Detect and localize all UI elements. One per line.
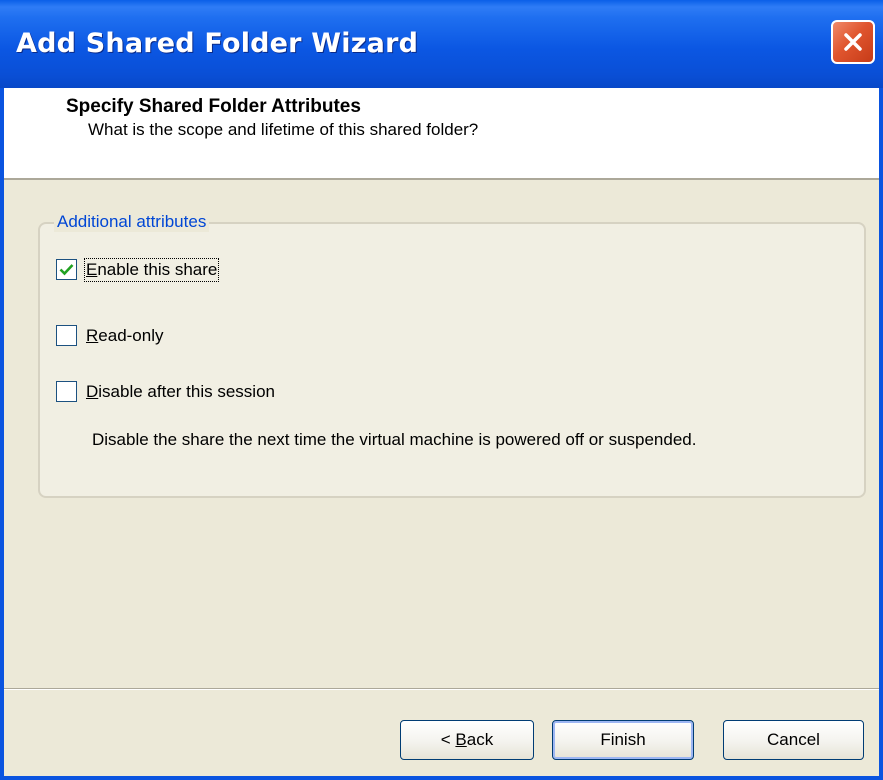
groupbox-legend: Additional attributes bbox=[54, 212, 210, 232]
enable-share-checkbox[interactable] bbox=[56, 259, 77, 280]
wizard-header: Specify Shared Folder Attributes What is… bbox=[4, 88, 879, 180]
checkmark-icon bbox=[59, 264, 74, 276]
disable-description: Disable the share the next time the virt… bbox=[92, 430, 697, 449]
enable-share-text: nable this share bbox=[97, 259, 218, 279]
back-mnemonic: B bbox=[455, 730, 467, 749]
page-subtitle: What is the scope and lifetime of this s… bbox=[88, 120, 479, 139]
read-only-text: ead-only bbox=[98, 325, 164, 345]
read-only-checkbox[interactable] bbox=[56, 325, 77, 346]
cancel-label: Cancel bbox=[767, 730, 820, 749]
disable-after-session-mnemonic: D bbox=[86, 381, 99, 401]
read-only-mnemonic: R bbox=[86, 325, 99, 345]
cancel-button[interactable]: Cancel bbox=[723, 720, 864, 760]
read-only-label[interactable]: Read-only bbox=[86, 326, 164, 346]
page-title: Specify Shared Folder Attributes bbox=[66, 96, 361, 117]
window-title: Add Shared Folder Wizard bbox=[16, 28, 419, 59]
back-button[interactable]: < Back bbox=[400, 720, 534, 760]
back-prefix: < bbox=[440, 730, 456, 749]
enable-share-mnemonic: E bbox=[86, 259, 98, 279]
disable-after-session-checkbox[interactable] bbox=[56, 381, 77, 402]
back-text: ack bbox=[466, 730, 494, 749]
disable-after-session-label[interactable]: Disable after this session bbox=[86, 382, 275, 402]
enable-share-option[interactable]: Enable this share bbox=[56, 257, 220, 282]
enable-share-label[interactable]: Enable this share bbox=[83, 257, 220, 282]
read-only-option[interactable]: Read-only bbox=[56, 325, 164, 346]
footer-divider bbox=[4, 688, 879, 690]
close-icon bbox=[844, 33, 862, 51]
wizard-window: Add Shared Folder Wizard Specify Shared … bbox=[0, 0, 883, 780]
finish-label: Finish bbox=[600, 730, 646, 749]
finish-button[interactable]: Finish bbox=[552, 720, 694, 760]
close-button[interactable] bbox=[831, 20, 875, 64]
disable-after-session-option[interactable]: Disable after this session bbox=[56, 381, 275, 402]
title-bar[interactable]: Add Shared Folder Wizard bbox=[0, 0, 883, 88]
disable-after-session-text: isable after this session bbox=[98, 381, 275, 401]
